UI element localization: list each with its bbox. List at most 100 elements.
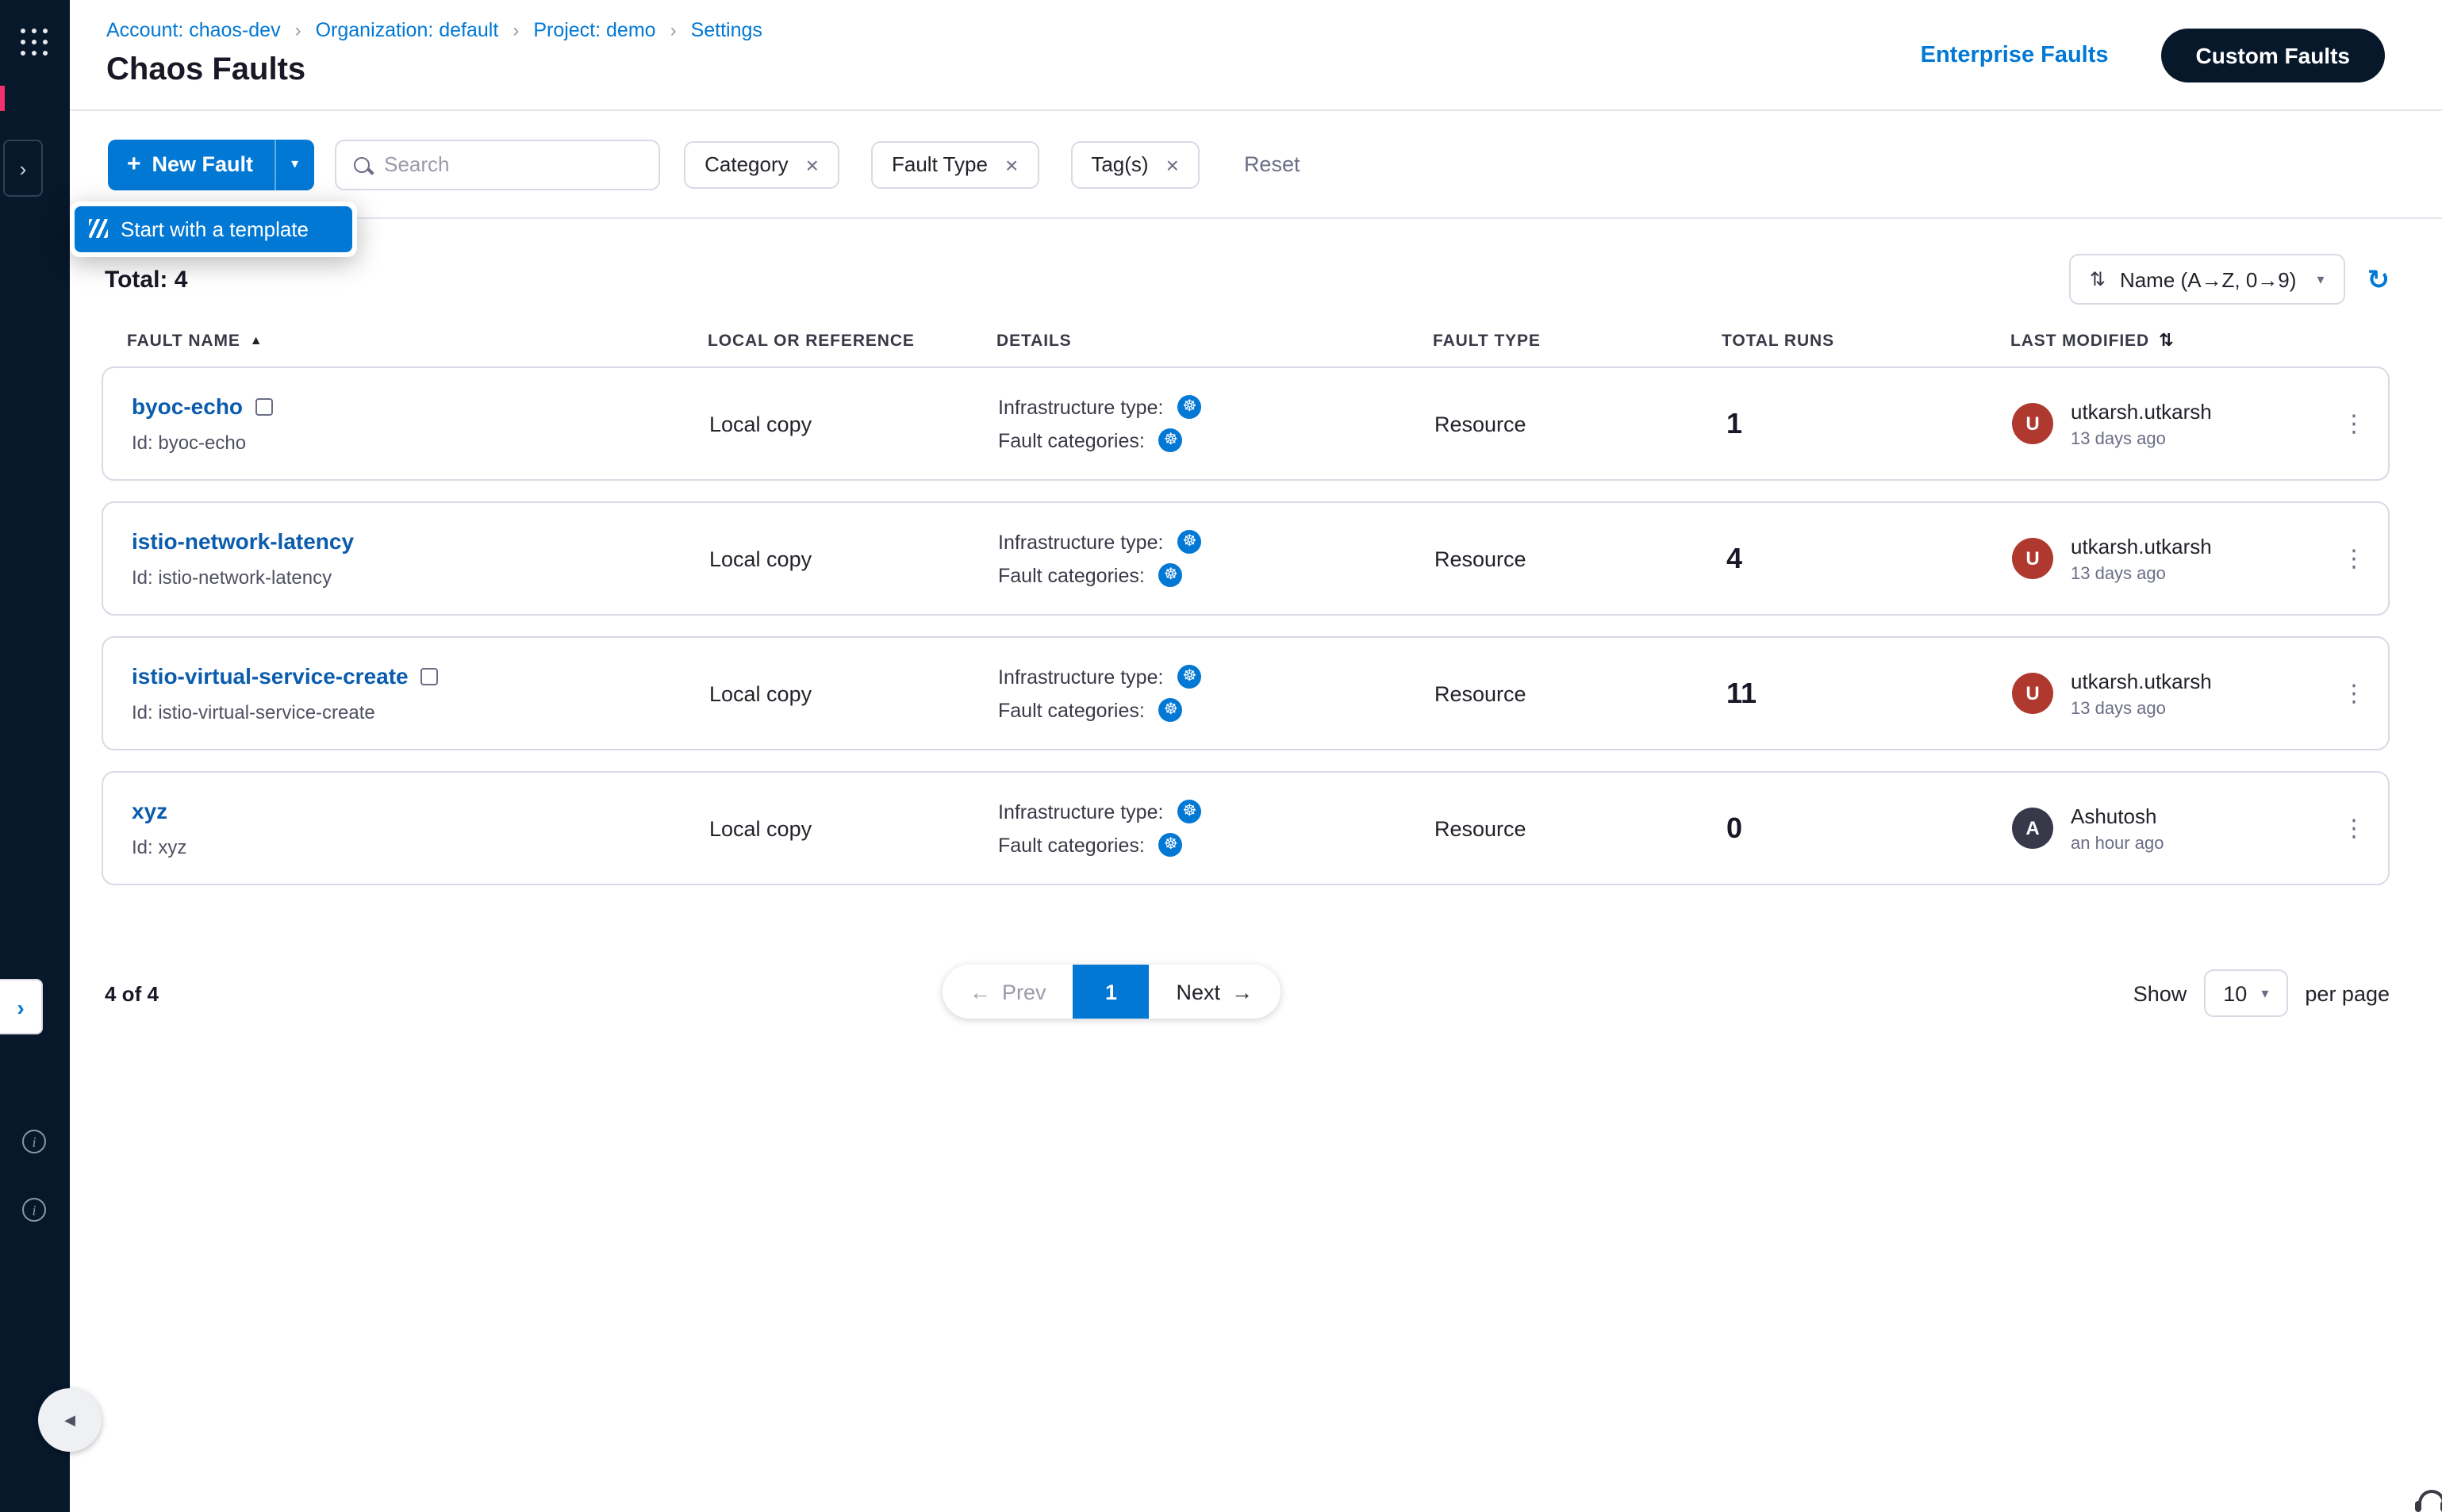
enterprise-faults-link[interactable]: Enterprise Faults	[1921, 43, 2109, 68]
apps-grid-icon[interactable]	[21, 29, 49, 57]
avatar: U	[2012, 673, 2053, 714]
chip-label: Category	[705, 152, 789, 176]
collapse-handle[interactable]: ◀	[38, 1388, 102, 1452]
fault-name-link[interactable]: istio-network-latency	[132, 528, 354, 554]
custom-faults-button[interactable]: Custom Faults	[2161, 29, 2385, 83]
module-expand-icon[interactable]: ›	[3, 140, 43, 197]
chevron-down-icon[interactable]: ▾	[275, 139, 314, 190]
modified-by-user: Ashutosh	[2071, 804, 2164, 827]
filter-chip-category[interactable]: Category ×	[684, 140, 839, 188]
list-controls: Total: 4 ⇅ Name (A→Z, 0→9) ▾ ↻	[102, 254, 2390, 305]
page-header: Account: chaos-dev › Organization: defau…	[70, 0, 2442, 111]
sort-label: Name (A→Z, 0→9)	[2120, 267, 2297, 291]
sort-ascending-icon: ▲	[250, 333, 263, 347]
page-summary: 4 of 4	[102, 981, 159, 1005]
sort-both-icon: ⇅	[2159, 330, 2174, 351]
fault-name-cell: byoc-echo Id: byoc-echo	[103, 393, 709, 454]
new-fault-split-button: + New Fault ▾ Start with a template	[108, 139, 314, 190]
chevron-down-icon: ▾	[2317, 271, 2324, 288]
toolbar: + New Fault ▾ Start with a template	[70, 111, 2442, 219]
fault-badge-icon	[255, 397, 273, 415]
help-icon[interactable]: i	[22, 1198, 46, 1222]
sort-controls: ⇅ Name (A→Z, 0→9) ▾ ↻	[2069, 254, 2390, 305]
breadcrumb-separator-icon: ›	[513, 19, 519, 41]
filter-chip-fault-type[interactable]: Fault Type ×	[871, 140, 1039, 188]
local-or-reference-value: Local copy	[709, 816, 998, 840]
breadcrumb-project-link[interactable]: Project: demo	[533, 19, 655, 41]
sidebar-expand-button[interactable]: ›	[0, 979, 43, 1034]
column-last-modified[interactable]: LAST MODIFIED ⇅	[2010, 330, 2323, 351]
details-cell: Infrastructure type:☸ Fault categories:☸	[998, 395, 1434, 452]
page-number-button[interactable]: 1	[1073, 965, 1150, 1019]
menu-item-label: Start with a template	[121, 217, 309, 240]
new-fault-menu: Start with a template	[70, 201, 357, 256]
filter-chip-tags[interactable]: Tag(s) ×	[1070, 140, 1200, 188]
fault-name-link[interactable]: istio-virtual-service-create	[132, 663, 439, 689]
close-icon[interactable]: ×	[1166, 152, 1179, 177]
sort-dropdown[interactable]: ⇅ Name (A→Z, 0→9) ▾	[2069, 254, 2345, 305]
fault-categories-label: Fault categories:	[998, 699, 1145, 721]
breadcrumb-separator-icon: ›	[295, 19, 301, 41]
prev-label: Prev	[1002, 980, 1046, 1004]
column-fault-name[interactable]: FAULT NAME ▲	[102, 331, 708, 350]
last-modified-cell: U utkarsh.utkarsh 13 days ago	[2012, 669, 2321, 718]
row-menu-button[interactable]: ⋮	[2342, 409, 2367, 438]
breadcrumb-settings-link[interactable]: Settings	[691, 19, 762, 41]
pagination: 4 of 4 ← Prev 1 Next → Show 10	[102, 965, 2390, 1022]
local-or-reference-value: Local copy	[709, 412, 998, 436]
main-area: Account: chaos-dev › Organization: defau…	[70, 0, 2442, 1512]
kubernetes-icon: ☸	[1159, 698, 1183, 722]
column-details: DETAILS	[996, 331, 1433, 350]
chip-label: Fault Type	[892, 152, 988, 176]
refresh-icon[interactable]: ↻	[2367, 266, 2390, 293]
menu-item-start-with-template[interactable]: Start with a template	[75, 205, 352, 251]
fault-categories-label: Fault categories:	[998, 564, 1145, 586]
column-label: FAULT NAME	[127, 331, 240, 350]
pager: ← Prev 1 Next →	[943, 965, 1280, 1019]
filter-chips: Category × Fault Type × Tag(s) ×	[684, 140, 1200, 188]
details-cell: Infrastructure type:☸ Fault categories:☸	[998, 530, 1434, 587]
new-fault-main[interactable]: + New Fault	[108, 139, 274, 190]
template-icon	[89, 219, 108, 238]
fault-name-text: byoc-echo	[132, 393, 243, 419]
info-icon[interactable]: i	[22, 1130, 46, 1153]
row-menu-button[interactable]: ⋮	[2342, 544, 2367, 573]
local-or-reference-value: Local copy	[709, 681, 998, 705]
headset-ear	[2415, 1501, 2421, 1512]
row-menu-button[interactable]: ⋮	[2342, 814, 2367, 842]
modified-time: 13 days ago	[2071, 564, 2212, 583]
fault-name-link[interactable]: byoc-echo	[132, 393, 273, 419]
search-input[interactable]	[384, 152, 641, 176]
module-accent-bar	[0, 86, 5, 111]
search-box	[335, 139, 660, 190]
breadcrumb-account-link[interactable]: Account: chaos-dev	[106, 19, 281, 41]
breadcrumb-organization-link[interactable]: Organization: default	[316, 19, 499, 41]
close-icon[interactable]: ×	[806, 152, 819, 177]
fault-name-link[interactable]: xyz	[132, 798, 167, 823]
fault-type-value: Resource	[1434, 547, 1723, 570]
close-icon[interactable]: ×	[1005, 152, 1018, 177]
per-page-label: per page	[2305, 981, 2390, 1005]
total-runs-value: 11	[1723, 677, 2012, 710]
column-total-runs: TOTAL RUNS	[1722, 331, 2010, 350]
table-row: istio-virtual-service-create Id: istio-v…	[102, 636, 2390, 750]
fault-categories-label: Fault categories:	[998, 834, 1145, 856]
fault-type-value: Resource	[1434, 681, 1723, 705]
avatar: U	[2012, 403, 2053, 444]
faults-list-section: Total: 4 ⇅ Name (A→Z, 0→9) ▾ ↻ FAULT NAM…	[70, 219, 2442, 1022]
reset-filters-button[interactable]: Reset	[1244, 152, 1300, 176]
new-fault-button[interactable]: + New Fault ▾	[108, 139, 314, 190]
infrastructure-type-label: Infrastructure type:	[998, 666, 1163, 688]
plus-icon: +	[127, 151, 141, 178]
modified-time: 13 days ago	[2071, 699, 2212, 718]
kubernetes-icon: ☸	[1177, 800, 1201, 823]
total-runs-value: 4	[1723, 542, 2012, 575]
per-page-select[interactable]: 10 ▾	[2204, 969, 2287, 1017]
support-headset-icon[interactable]	[2410, 1485, 2442, 1512]
next-page-button[interactable]: Next →	[1150, 965, 1281, 1019]
app-root: › › i i ◀ Account: chaos-dev › Organizat…	[0, 0, 2442, 1512]
local-or-reference-value: Local copy	[709, 547, 998, 570]
row-menu-button[interactable]: ⋮	[2342, 679, 2367, 708]
chip-label: Tag(s)	[1091, 152, 1148, 176]
prev-page-button[interactable]: ← Prev	[943, 965, 1073, 1019]
